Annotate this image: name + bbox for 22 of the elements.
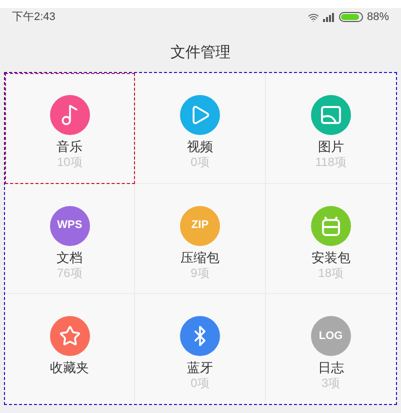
icon-label: LOG	[318, 330, 343, 342]
signal-icon	[322, 12, 335, 22]
battery-percent: 88%	[366, 10, 389, 25]
category-name: 压缩包	[180, 250, 220, 266]
window-title: 文件管理	[170, 42, 230, 63]
category-name: 安装包	[311, 250, 350, 266]
star-icon	[58, 325, 81, 348]
package-icon	[322, 216, 340, 236]
status-time: 下午2:43	[12, 10, 56, 25]
category-name: 图片	[318, 139, 344, 155]
category-name: 日志	[318, 360, 344, 376]
battery-icon	[338, 12, 363, 22]
icon-label: ZIP	[191, 220, 209, 232]
wifi-icon	[308, 12, 319, 22]
image-icon	[320, 106, 341, 124]
category-name: 音乐	[56, 139, 83, 155]
category-name: 蓝牙	[186, 360, 213, 376]
category-name: 视频	[186, 139, 213, 155]
category-name: 文档	[56, 250, 83, 266]
icon-label: WPS	[57, 220, 82, 232]
category-name: 收藏夹	[50, 360, 90, 376]
category-tile[interactable]: 收藏夹	[5, 294, 136, 404]
